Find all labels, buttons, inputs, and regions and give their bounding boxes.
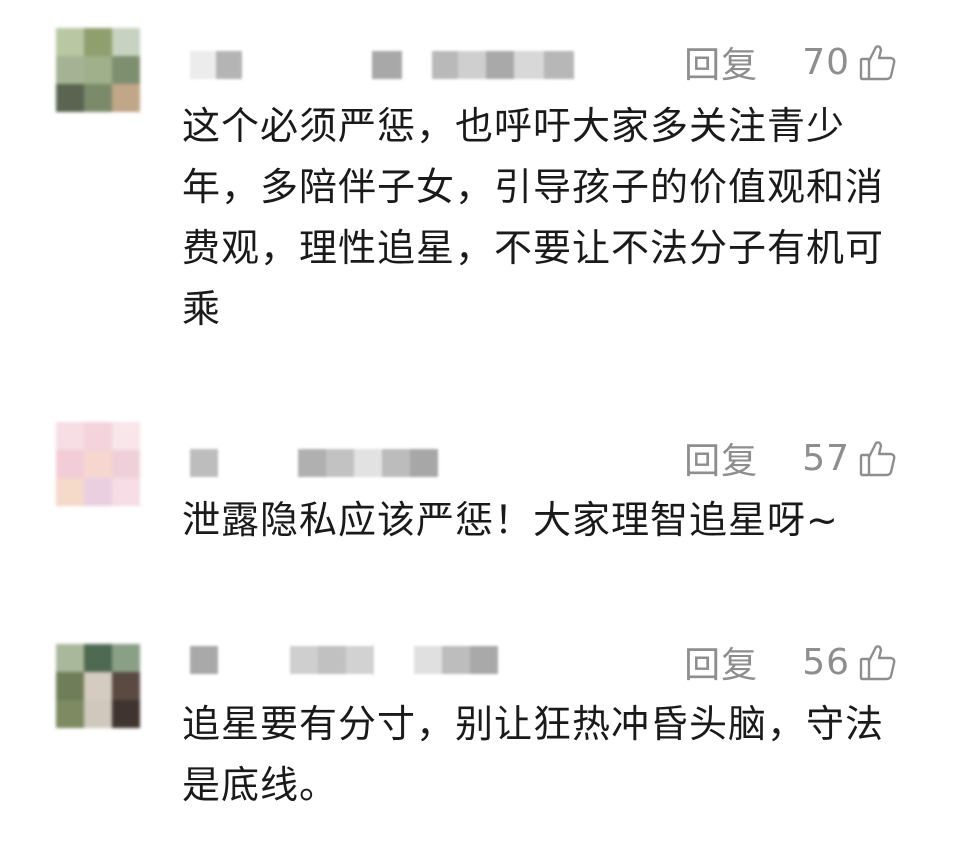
reply-button[interactable]: 回复 [684, 636, 758, 688]
avatar-pixel [56, 422, 84, 450]
username-redacted [190, 448, 438, 478]
reply-button[interactable]: 回复 [684, 432, 758, 484]
avatar[interactable] [56, 422, 140, 506]
avatar-pixel [84, 672, 112, 700]
avatar-pixel [112, 644, 140, 672]
avatar-pixel [112, 700, 140, 728]
avatar-pixel [56, 672, 84, 700]
avatar[interactable] [56, 644, 140, 728]
thumbs-up-icon[interactable] [858, 642, 898, 682]
avatar-pixel [84, 450, 112, 478]
avatar-pixel [84, 644, 112, 672]
avatar-pixel [112, 450, 140, 478]
username-redacted [190, 645, 498, 675]
avatar-pixel [112, 672, 140, 700]
avatar-pixel [56, 450, 84, 478]
avatar-pixel [56, 700, 84, 728]
comment-actions: 回复 56 [684, 640, 898, 686]
thumbs-up-icon[interactable] [858, 438, 898, 478]
avatar-pixel [112, 422, 140, 450]
avatar-pixel [84, 422, 112, 450]
comment-item: 回复 56 追星要有分寸，别让狂热冲昏头脑，守法是底线。 [0, 0, 960, 807]
avatar-pixel [112, 478, 140, 506]
comment-text: 追星要有分寸，别让狂热冲昏头脑，守法是底线。 [182, 702, 885, 807]
avatar-pixel [56, 644, 84, 672]
like-count: 57 [802, 437, 850, 479]
like-count: 56 [802, 641, 850, 683]
avatar-pixel [84, 700, 112, 728]
comment-actions: 回复 57 [684, 436, 898, 482]
avatar-pixel [84, 478, 112, 506]
comment-text: 泄露隐私应该严惩！大家理智追星呀~ [182, 498, 839, 542]
avatar-pixel [56, 478, 84, 506]
